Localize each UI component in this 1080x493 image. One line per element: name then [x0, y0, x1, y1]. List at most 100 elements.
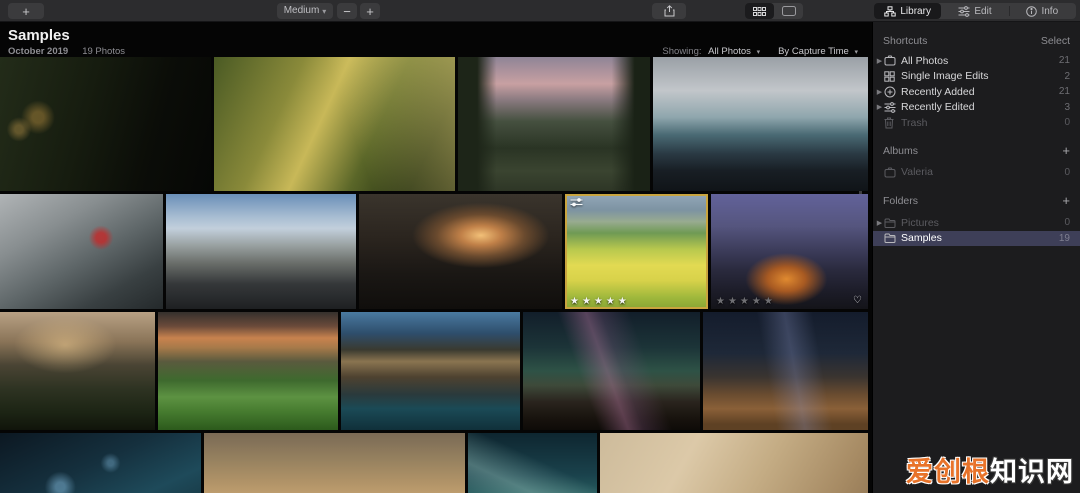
zoom-in-button[interactable]: + — [360, 3, 380, 19]
share-button[interactable] — [652, 3, 686, 19]
item-count: 3 — [1064, 102, 1070, 113]
shortcut-item-all-photos[interactable]: ▶All Photos21 — [873, 53, 1080, 69]
zoom-out-button[interactable]: − — [337, 3, 357, 19]
item-label: Valeria — [901, 166, 1064, 178]
album-item-valeria[interactable]: Valeria0 — [873, 165, 1080, 181]
watermark: 爱创根知识网 — [906, 450, 1074, 489]
share-icon — [664, 5, 675, 17]
shortcuts-title: Shortcuts — [883, 35, 927, 47]
shortcuts-header: Shortcuts Select — [873, 34, 1080, 48]
photo-thumbnail-motorcyclist-road[interactable] — [653, 57, 868, 191]
shortcut-item-recently-added[interactable]: ▶ Recently Added21 — [873, 84, 1080, 100]
item-label: All Photos — [901, 55, 1059, 67]
item-label: Pictures — [901, 217, 1064, 229]
grid-view-button[interactable] — [745, 3, 774, 19]
single-view-icon — [782, 6, 796, 16]
star-rating-empty[interactable]: ★★★★★ — [716, 296, 776, 307]
folder-item-samples[interactable]: Samples19 — [873, 231, 1080, 247]
view-mode-toggle — [745, 3, 803, 19]
folder-icon — [884, 233, 901, 243]
folders-title: Folders — [883, 195, 918, 207]
albums-list: Valeria0 — [873, 165, 1080, 181]
tab-label: Edit — [974, 6, 991, 17]
favorite-heart-icon[interactable]: ♡ — [853, 295, 862, 306]
disclosure-triangle-icon[interactable]: ▶ — [875, 57, 884, 65]
photo-thumbnail-hiker-red-jacket[interactable] — [0, 194, 163, 309]
photo-thumbnail-man-sunglasses-rocks[interactable] — [166, 194, 356, 309]
photo-thumbnail-sand-dunes[interactable] — [600, 433, 868, 493]
chevron-down-icon: ▾ — [757, 49, 761, 56]
tab-library[interactable]: Library — [874, 3, 941, 19]
album-icon — [884, 167, 901, 178]
disclosure-triangle-icon[interactable]: ▶ — [875, 88, 884, 96]
showing-filter-dropdown[interactable]: Showing: All Photos ▾ — [662, 46, 760, 57]
item-label: Samples — [901, 232, 1059, 244]
photo-thumbnail-desert-house-night[interactable] — [703, 312, 868, 430]
photo-thumbnail-blue-night-sky[interactable] — [0, 433, 201, 493]
item-count: 2 — [1064, 71, 1070, 82]
star-rating[interactable]: ★★★★★ — [570, 296, 630, 307]
disclosure-triangle-icon[interactable]: ▶ — [875, 103, 884, 111]
top-toolbar: + Medium ▾ − + — [0, 0, 1080, 22]
photo-thumbnail-milky-way-teal[interactable] — [468, 433, 597, 493]
showing-value: All Photos — [708, 46, 751, 57]
photo-thumbnail-portrait-woman[interactable] — [0, 57, 211, 191]
library-sidebar: Shortcuts Select ▶ All Photos 21Single Ima… — [872, 22, 1080, 493]
grid-view-icon — [753, 7, 766, 16]
sort-value: By Capture Time — [778, 46, 849, 57]
item-count: 21 — [1059, 86, 1070, 97]
panel-tabs: Library Edit Info — [874, 3, 1076, 19]
shortcut-item-recently-edited[interactable]: ▶ Recently Edited3 — [873, 100, 1080, 116]
tab-info[interactable]: Info — [1009, 3, 1076, 19]
shortcut-item-single-image-edits[interactable]: Single Image Edits2 — [873, 69, 1080, 85]
chevron-down-icon: ▾ — [322, 8, 326, 16]
tab-label: Info — [1041, 6, 1058, 17]
item-count: 19 — [1059, 233, 1070, 244]
showing-label: Showing: — [662, 46, 701, 57]
tab-edit[interactable]: Edit — [941, 3, 1008, 19]
watermark-part1: 爱创根 — [906, 457, 990, 487]
info-icon — [1026, 6, 1037, 17]
select-button[interactable]: Select — [1041, 35, 1070, 47]
photo-thumbnail-dolomites-village[interactable] — [158, 312, 338, 430]
photo-thumbnail-purple-sky-cave[interactable]: ★★★★★ ♡ — [711, 194, 868, 309]
shortcut-item-trash[interactable]: Trash0 — [873, 115, 1080, 131]
photo-thumbnail-valley-sunset[interactable] — [359, 194, 562, 309]
sliders-icon — [884, 102, 901, 113]
photo-grid: ★★★★★ ★★★★★ ♡ — [0, 57, 868, 493]
photo-thumbnail-canyon-cliff-person[interactable] — [204, 433, 465, 493]
shortcuts-list: ▶ All Photos 21Single Image Edits2 ▶ Recentl… — [873, 53, 1080, 131]
collection-count: 19 Photos — [82, 46, 125, 57]
single-view-button[interactable] — [774, 3, 803, 19]
library-header: Samples October 201919 Photos Showing: A… — [0, 22, 868, 57]
folder-item-pictures[interactable]: ▶ Pictures0 — [873, 215, 1080, 231]
plus-circle-icon — [884, 86, 901, 98]
photo-thumbnail-sea-cliff-lake[interactable] — [341, 312, 520, 430]
disclosure-triangle-icon[interactable]: ▶ — [875, 219, 884, 227]
grid-icon — [884, 71, 901, 82]
watermark-part2: 知识网 — [990, 457, 1074, 487]
folder-icon — [884, 218, 901, 228]
edit-icon — [958, 6, 970, 17]
add-photos-button[interactable]: + — [8, 3, 44, 19]
thumbnail-size-dropdown[interactable]: Medium ▾ — [277, 3, 333, 19]
albums-header: Albums + — [873, 144, 1080, 158]
photo-thumbnail-woman-garden-chair[interactable] — [458, 57, 650, 191]
sort-dropdown[interactable]: By Capture Time ▾ — [778, 46, 858, 57]
add-folder-button[interactable]: + — [1062, 196, 1070, 206]
item-count: 0 — [1064, 217, 1070, 228]
item-count: 0 — [1064, 117, 1070, 128]
photo-thumbnail-forest-sunrays[interactable] — [214, 57, 455, 191]
tab-label: Library — [900, 6, 931, 17]
folders-list: ▶ Pictures0 Samples19 — [873, 215, 1080, 246]
photo-thumbnail-milky-way-plane[interactable] — [523, 312, 700, 430]
collection-date: October 2019 — [8, 46, 68, 57]
add-album-button[interactable]: + — [1062, 146, 1070, 156]
photo-thumbnail-rock-towers-dawn[interactable] — [0, 312, 155, 430]
folders-header: Folders + — [873, 194, 1080, 208]
photos-box-icon — [884, 55, 901, 66]
item-count: 0 — [1064, 167, 1070, 178]
item-label: Recently Edited — [901, 101, 1064, 113]
photo-thumbnail-yellow-fields[interactable]: ★★★★★ — [565, 194, 708, 309]
item-label: Recently Added — [901, 86, 1059, 98]
